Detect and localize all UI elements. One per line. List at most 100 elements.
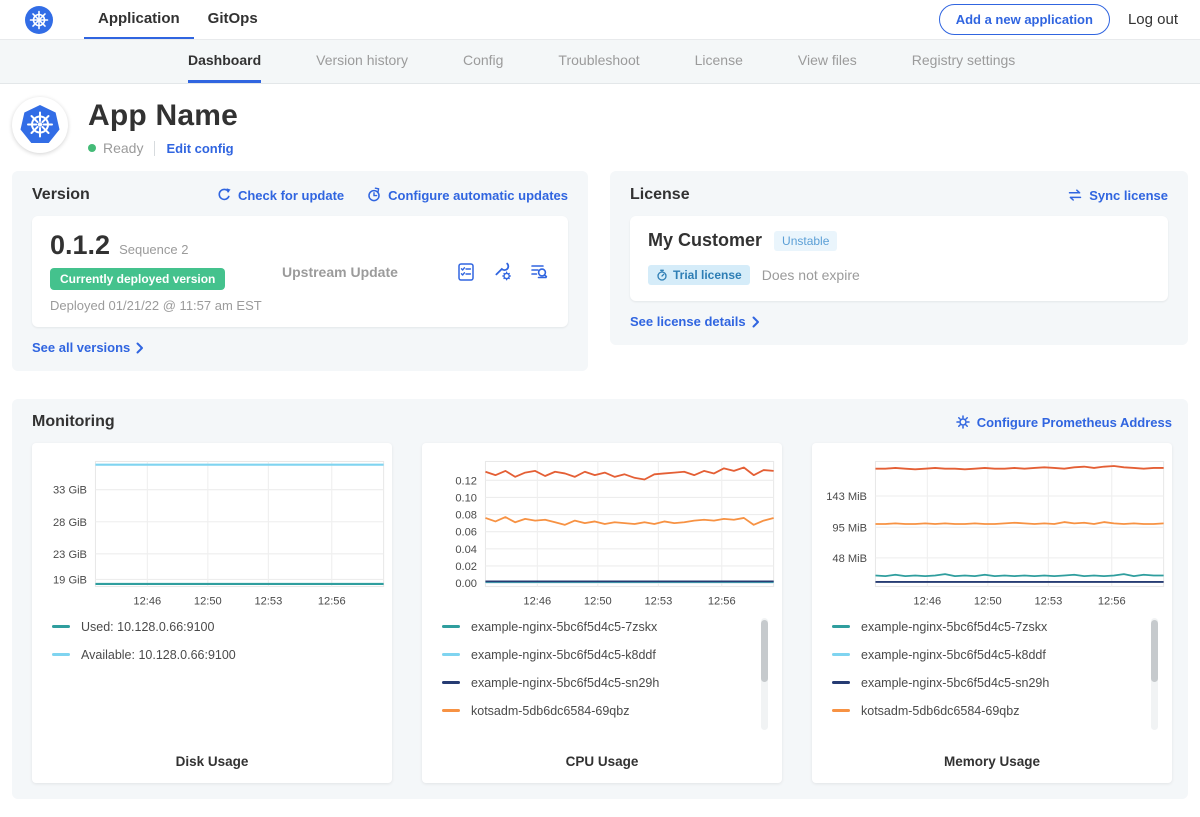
subnav-tabs: Dashboard Version history Config Troublesho…	[188, 40, 1015, 83]
tab-version-history[interactable]: Version history	[316, 40, 408, 83]
legend-label: Available: 10.128.0.66:9100	[81, 648, 236, 662]
see-all-versions-label: See all versions	[32, 340, 130, 355]
license-expiry: Does not expire	[762, 267, 860, 283]
edit-config-link[interactable]: Edit config	[166, 141, 233, 156]
legend-item: example-nginx-5bc6f5d4c5-7zskx	[832, 620, 1144, 634]
update-type-label: Upstream Update	[282, 264, 456, 280]
tab-license[interactable]: License	[695, 40, 743, 83]
topnav-tab-application[interactable]: Application	[84, 0, 194, 39]
svg-text:0.08: 0.08	[455, 510, 477, 522]
check-for-update-link[interactable]: Check for update	[216, 187, 344, 203]
status-badge: Ready	[103, 140, 143, 156]
cards-row: Version Check for update Configure au	[12, 171, 1188, 371]
memory-usage-chart-card: 143 MiB95 MiB48 MiB12:4612:5012:5312:56e…	[812, 443, 1172, 783]
monitoring-card: Monitoring Configure Prometheus Address …	[12, 399, 1188, 799]
sync-license-link[interactable]: Sync license	[1067, 188, 1168, 203]
sync-arrows-icon	[1067, 188, 1083, 202]
svg-text:12:46: 12:46	[133, 596, 161, 608]
svg-text:12:53: 12:53	[254, 596, 282, 608]
cpu-usage-legend: example-nginx-5bc6f5d4c5-7zskx example-ng…	[424, 612, 780, 734]
license-type-row: Trial license Does not expire	[648, 265, 1150, 285]
legend-scrollbar-thumb[interactable]	[1151, 620, 1158, 682]
tab-registry-settings[interactable]: Registry settings	[912, 40, 1015, 83]
legend-item: example-nginx-5bc6f5d4c5-k8ddf	[442, 648, 754, 662]
charts-row: 33 GiB28 GiB23 GiB19 GiB12:4612:5012:531…	[32, 443, 1172, 783]
legend-scrollbar[interactable]	[1151, 618, 1158, 730]
legend-label: example-nginx-5bc6f5d4c5-k8ddf	[861, 648, 1046, 662]
config-icon-button[interactable]	[492, 261, 513, 282]
file-search-icon	[529, 262, 550, 282]
topnav-tab-gitops[interactable]: GitOps	[194, 0, 272, 39]
monitoring-title: Monitoring	[32, 413, 115, 431]
legend-label: Used: 10.128.0.66:9100	[81, 620, 214, 634]
legend-scrollbar-thumb[interactable]	[761, 620, 768, 682]
refresh-icon	[216, 187, 232, 203]
legend-label: example-nginx-5bc6f5d4c5-7zskx	[471, 620, 657, 634]
svg-text:12:56: 12:56	[318, 596, 346, 608]
stopwatch-icon	[656, 269, 668, 281]
legend-label: example-nginx-5bc6f5d4c5-sn29h	[861, 676, 1049, 690]
legend-label: kotsadm-5db6dc6584-69qbz	[861, 704, 1019, 718]
app-avatar	[12, 97, 68, 153]
sub-nav: Dashboard Version history Config Troublesho…	[0, 40, 1200, 84]
trial-license-badge: Trial license	[648, 265, 750, 285]
kubernetes-app-icon	[12, 97, 68, 153]
legend-item: example-nginx-5bc6f5d4c5-sn29h	[832, 676, 1144, 690]
svg-text:23 GiB: 23 GiB	[53, 549, 87, 561]
top-nav: ApplicationGitOps Add a new application …	[0, 0, 1200, 40]
version-action-icons	[456, 261, 550, 282]
svg-text:12:50: 12:50	[194, 596, 222, 608]
svg-text:19 GiB: 19 GiB	[53, 574, 87, 586]
svg-text:0.04: 0.04	[455, 544, 477, 556]
customer-row: My Customer Unstable	[648, 230, 1150, 251]
svg-text:0.02: 0.02	[455, 561, 477, 573]
add-application-button[interactable]: Add a new application	[939, 4, 1110, 35]
svg-text:0.10: 0.10	[455, 492, 477, 504]
legend-label: example-nginx-5bc6f5d4c5-sn29h	[471, 676, 659, 690]
view-diff-icon-button[interactable]	[529, 262, 550, 282]
tab-dashboard[interactable]: Dashboard	[188, 40, 261, 83]
tab-config[interactable]: Config	[463, 40, 503, 83]
svg-text:12:56: 12:56	[1098, 596, 1126, 608]
chart-title: CPU Usage	[424, 754, 780, 769]
legend-dash-icon	[832, 709, 850, 712]
svg-text:12:53: 12:53	[1034, 596, 1062, 608]
svg-text:33 GiB: 33 GiB	[53, 485, 87, 497]
chart-title: Disk Usage	[34, 754, 390, 769]
see-license-details-link[interactable]: See license details	[630, 314, 1168, 329]
legend-scrollbar[interactable]	[761, 618, 768, 730]
legend-item: example-nginx-5bc6f5d4c5-sn29h	[442, 676, 754, 690]
tab-troubleshoot[interactable]: Troubleshoot	[558, 40, 639, 83]
kubernetes-wheel-icon	[24, 5, 54, 35]
app-status-row: Ready Edit config	[88, 140, 238, 156]
app-header-text: App Name Ready Edit config	[88, 97, 238, 156]
version-number-row: 0.1.2 Sequence 2	[50, 230, 282, 261]
see-all-versions-link[interactable]: See all versions	[32, 340, 568, 355]
license-card-head: License Sync license	[630, 186, 1168, 204]
kubernetes-logo-icon[interactable]	[24, 5, 54, 35]
legend-dash-icon	[52, 625, 70, 628]
version-card-title: Version	[32, 186, 90, 204]
customer-name: My Customer	[648, 230, 762, 251]
license-card: License Sync license My Customer Unstabl…	[610, 171, 1188, 345]
svg-text:143 MiB: 143 MiB	[826, 491, 867, 503]
currently-deployed-badge: Currently deployed version	[50, 268, 225, 290]
clock-arrow-icon	[366, 187, 382, 203]
version-card: Version Check for update Configure au	[12, 171, 588, 371]
configure-automatic-updates-label: Configure automatic updates	[388, 188, 568, 203]
version-number: 0.1.2	[50, 230, 110, 261]
legend-dash-icon	[52, 653, 70, 656]
legend-item: Available: 10.128.0.66:9100	[52, 648, 364, 662]
legend-item: kotsadm-5db6dc6584-69qbz	[442, 704, 754, 718]
release-notes-icon-button[interactable]	[456, 262, 476, 282]
svg-text:0.00: 0.00	[455, 578, 477, 590]
license-card-title: License	[630, 186, 690, 204]
channel-badge: Unstable	[774, 231, 837, 251]
logout-link[interactable]: Log out	[1128, 11, 1178, 28]
legend-item: Used: 10.128.0.66:9100	[52, 620, 364, 634]
configure-automatic-updates-link[interactable]: Configure automatic updates	[366, 187, 568, 203]
chevron-right-icon	[136, 342, 144, 354]
cpu-usage-chart: 0.120.100.080.060.040.020.0012:4612:5012…	[424, 453, 780, 612]
tab-view-files[interactable]: View files	[798, 40, 857, 83]
configure-prometheus-link[interactable]: Configure Prometheus Address	[955, 414, 1172, 430]
